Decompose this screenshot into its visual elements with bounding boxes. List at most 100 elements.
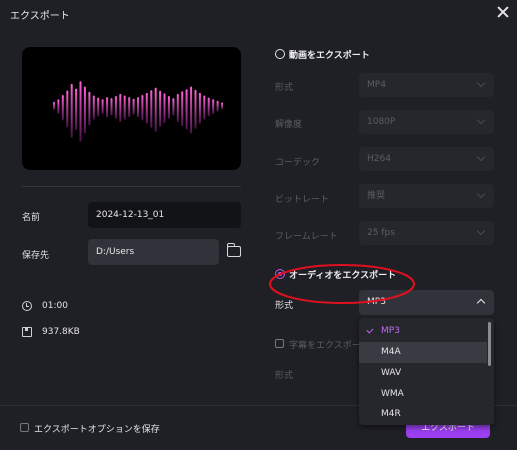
check-icon xyxy=(366,326,374,334)
divider xyxy=(22,186,241,187)
clock-icon xyxy=(22,301,32,311)
waveform-bar xyxy=(79,81,82,142)
chevron-down-icon xyxy=(476,189,486,199)
framerate-label: フレームレート xyxy=(275,232,338,242)
chevron-down-icon xyxy=(476,78,486,88)
bitrate-select[interactable]: 推奨 xyxy=(359,184,494,208)
video-format-value: MP4 xyxy=(367,80,386,90)
audio-format-dropdown: MP3 M4A WAV WMA M4R xyxy=(359,318,494,425)
subtitle-export-checkbox[interactable] xyxy=(275,339,284,348)
bitrate-label: ビットレート xyxy=(275,195,330,205)
audio-export-radio[interactable] xyxy=(275,269,285,279)
codec-select[interactable]: H264 xyxy=(359,147,494,171)
waveform-bar xyxy=(92,95,95,120)
export-dialog: エクスポート 名前 2024-12-13_01 保存先 D:/Users 01:… xyxy=(0,0,517,450)
audio-preview xyxy=(22,47,241,170)
waveform xyxy=(53,81,223,142)
waveform-bar xyxy=(141,95,144,121)
video-export-label: 動画をエクスポート xyxy=(289,51,370,61)
waveform-bar xyxy=(110,98,113,116)
audio-format-value: MP3 xyxy=(367,297,386,307)
waveform-bar xyxy=(216,100,219,112)
name-input[interactable]: 2024-12-13_01 xyxy=(88,202,241,228)
codec-value: H264 xyxy=(367,154,391,164)
video-format-select[interactable]: MP4 xyxy=(359,73,494,97)
duration-text: 01:00 xyxy=(42,301,68,311)
waveform-bar xyxy=(106,97,109,118)
waveform-bar xyxy=(163,93,166,123)
waveform-bar xyxy=(190,86,193,134)
name-label: 名前 xyxy=(22,213,41,223)
format-option-label: WMA xyxy=(381,389,404,399)
waveform-bar xyxy=(75,88,78,131)
waveform-bar xyxy=(88,91,91,126)
video-export-radio[interactable] xyxy=(275,49,285,59)
save-options-label: エクスポートオプションを保存 xyxy=(34,425,160,435)
waveform-bar xyxy=(221,102,223,110)
waveform-bar xyxy=(128,97,131,118)
waveform-bar xyxy=(207,97,210,117)
format-option-wma[interactable]: WMA xyxy=(359,384,487,405)
resolution-value: 1080P xyxy=(367,117,396,127)
file-size-icon xyxy=(22,327,32,337)
title-bar: エクスポート xyxy=(0,0,517,28)
codec-label: コーデック xyxy=(275,158,321,168)
waveform-bar xyxy=(212,99,215,114)
waveform-bar xyxy=(53,101,55,110)
path-input[interactable]: D:/Users xyxy=(88,239,219,265)
resolution-select[interactable]: 1080P xyxy=(359,110,494,134)
waveform-bar xyxy=(119,93,122,123)
waveform-bar xyxy=(123,95,126,120)
resolution-label: 解像度 xyxy=(275,120,303,130)
format-option-m4a[interactable]: M4A xyxy=(359,342,487,363)
waveform-bar xyxy=(83,86,86,134)
waveform-bar xyxy=(167,96,170,119)
waveform-bar xyxy=(154,87,157,132)
format-option-wav[interactable]: WAV xyxy=(359,363,487,384)
chevron-down-icon xyxy=(476,226,486,236)
format-option-label: M4R xyxy=(381,409,401,419)
format-option-label: WAV xyxy=(381,368,402,378)
waveform-bar xyxy=(137,97,139,118)
format-option-mp3[interactable]: MP3 xyxy=(359,321,487,342)
subtitle-format-label: 形式 xyxy=(275,371,294,381)
subtitle-export-label: 字幕をエクスポート xyxy=(289,341,370,351)
waveform-bar xyxy=(203,95,206,120)
format-option-label: M4A xyxy=(381,347,401,357)
waveform-bar xyxy=(132,98,135,115)
waveform-bar xyxy=(70,83,73,138)
chevron-down-icon xyxy=(476,152,486,162)
save-options-checkbox[interactable] xyxy=(20,423,29,432)
waveform-bar xyxy=(61,95,64,121)
framerate-value: 25 fps xyxy=(367,228,395,238)
folder-icon[interactable] xyxy=(227,243,241,257)
waveform-bar xyxy=(101,99,104,114)
path-label: 保存先 xyxy=(22,251,50,261)
waveform-bar xyxy=(176,93,179,123)
waveform-bar xyxy=(150,90,153,128)
video-format-label: 形式 xyxy=(275,83,294,93)
close-icon[interactable] xyxy=(496,5,510,19)
waveform-bar xyxy=(194,89,197,129)
chevron-down-icon xyxy=(476,115,486,125)
format-option-m4r[interactable]: M4R xyxy=(359,404,487,425)
chevron-up-icon xyxy=(476,298,486,308)
audio-format-select[interactable]: MP3 xyxy=(359,290,494,315)
waveform-bar xyxy=(159,90,162,127)
waveform-bar xyxy=(181,91,184,127)
waveform-bar xyxy=(66,90,69,128)
waveform-bar xyxy=(145,92,148,124)
framerate-select[interactable]: 25 fps xyxy=(359,221,494,245)
waveform-bar xyxy=(57,99,60,114)
audio-export-label: オーディオをエクスポート xyxy=(289,271,397,281)
file-size-text: 937.8KB xyxy=(42,327,80,337)
dialog-title: エクスポート xyxy=(10,11,70,22)
waveform-bar xyxy=(198,92,201,124)
waveform-bar xyxy=(114,96,117,119)
waveform-bar xyxy=(185,89,188,130)
dropdown-scrollbar[interactable] xyxy=(488,322,491,366)
bitrate-value: 推奨 xyxy=(367,191,386,201)
waveform-bar xyxy=(172,98,175,116)
audio-format-label: 形式 xyxy=(275,301,294,311)
waveform-bar xyxy=(97,97,100,117)
